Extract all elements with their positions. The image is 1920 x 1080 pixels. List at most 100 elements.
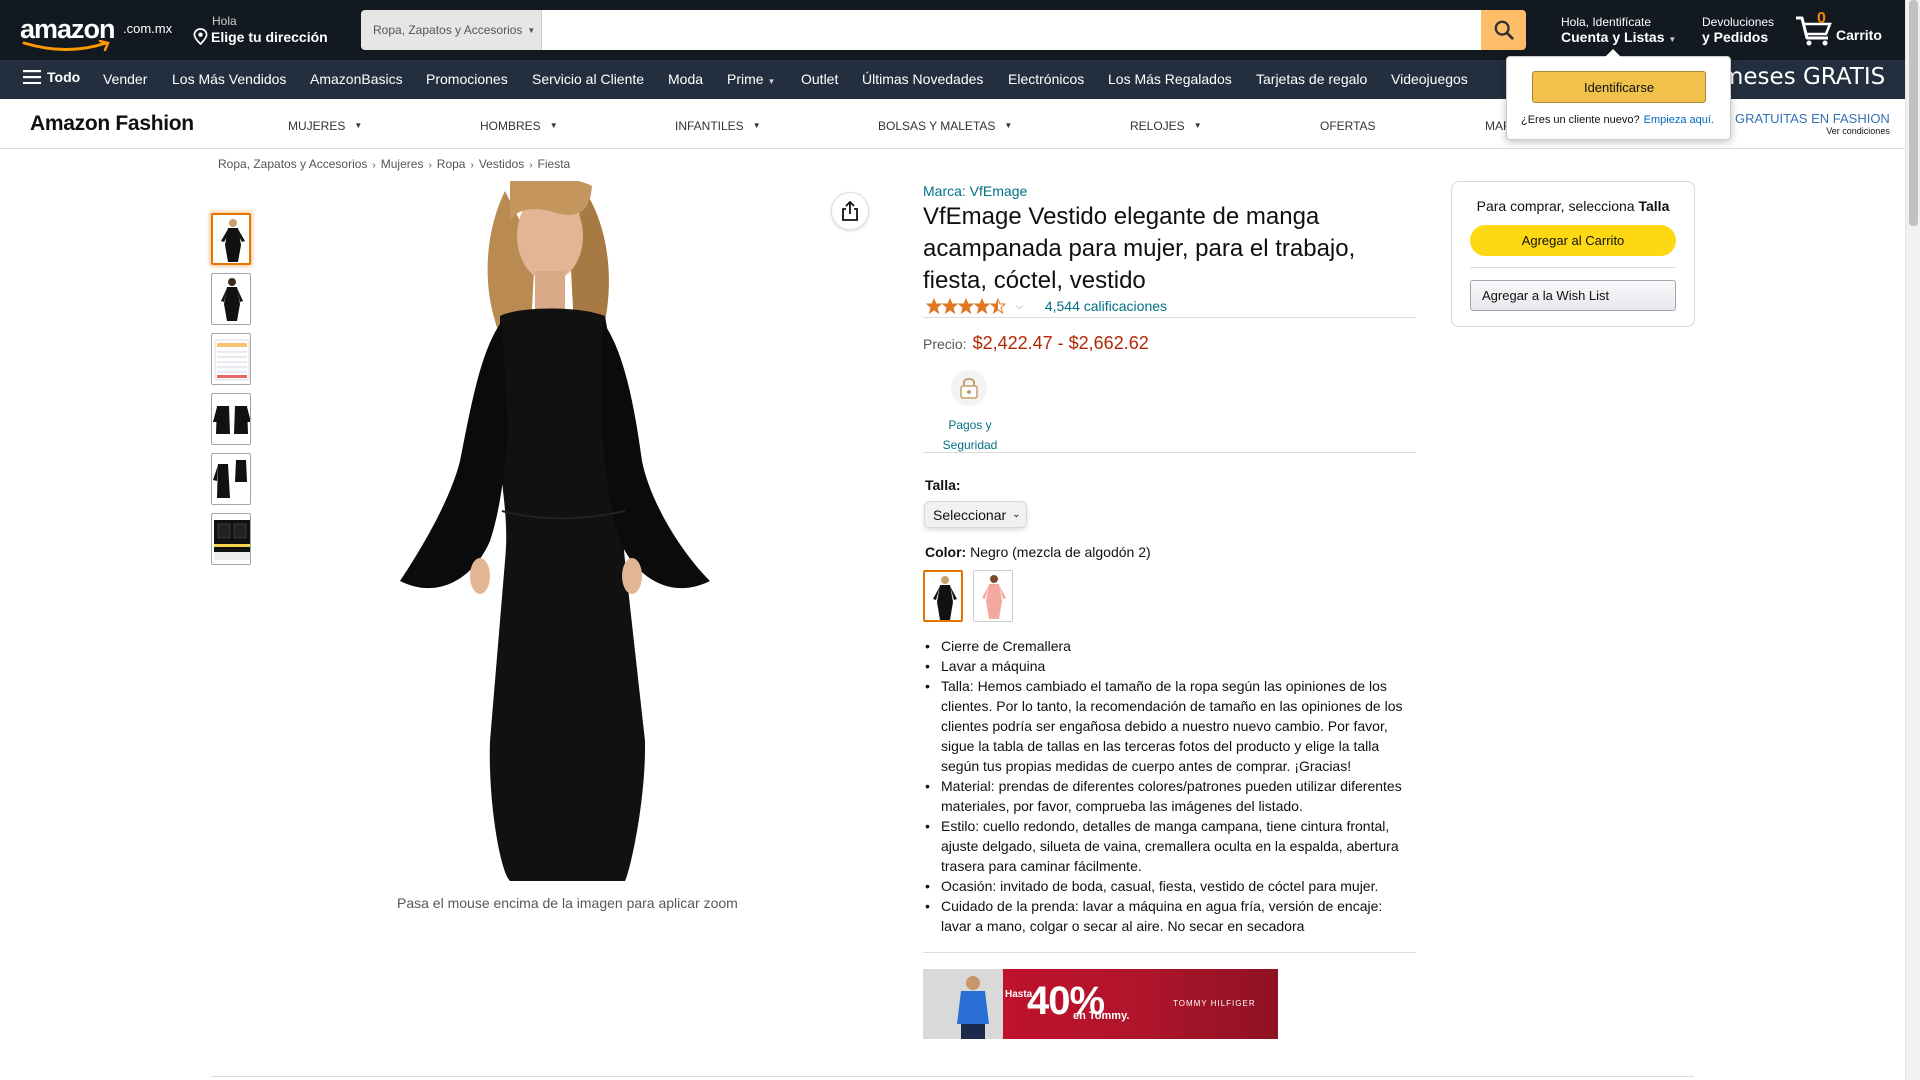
thumbnail-2[interactable] xyxy=(211,273,251,325)
fashion-logo[interactable]: Amazon Fashion xyxy=(30,112,194,136)
size-select[interactable]: Seleccionar ⌄ xyxy=(924,501,1027,528)
add-to-cart-button[interactable]: Agregar al Carrito xyxy=(1470,225,1676,256)
feature-bullet: Cierre de Cremallera xyxy=(923,636,1413,656)
nav-item-promociones[interactable]: Promociones xyxy=(426,71,508,87)
feature-bullets: Cierre de Cremallera Lavar a máquina Tal… xyxy=(923,636,1413,936)
search-bar: Ropa, Zapatos y Accesorios ▼ xyxy=(361,10,1526,50)
breadcrumb-item[interactable]: Fiesta xyxy=(538,157,571,171)
fashion-cat-mujeres[interactable]: MUJERES ▼ xyxy=(288,119,362,133)
fashion-cat-label: BOLSAS Y MALETAS xyxy=(878,119,996,133)
search-input[interactable] xyxy=(542,10,1481,50)
thumbnail-3[interactable] xyxy=(211,333,251,385)
nav-item-mas-vendidos[interactable]: Los Más Vendidos xyxy=(172,71,286,87)
nav-promo[interactable]: meses GRATIS xyxy=(1721,64,1885,90)
nav-item-moda[interactable]: Moda xyxy=(668,71,703,87)
breadcrumb-item[interactable]: Vestidos xyxy=(479,157,524,171)
scrollbar[interactable] xyxy=(1905,0,1920,1080)
lock-icon xyxy=(960,378,978,399)
fashion-promo-line1: GRATUITAS EN FASHION xyxy=(1735,111,1890,126)
share-button[interactable] xyxy=(831,192,869,230)
start-here-link[interactable]: Empieza aquí. xyxy=(1644,114,1714,126)
chevron-right-icon: › xyxy=(372,160,376,171)
search-button[interactable] xyxy=(1481,10,1526,50)
divider xyxy=(923,952,1416,953)
signin-button[interactable]: Identificarse xyxy=(1532,71,1706,103)
nav-item-electronicos[interactable]: Electrónicos xyxy=(1008,71,1084,87)
main-product-image[interactable] xyxy=(380,177,755,881)
thumbnail-4[interactable] xyxy=(211,393,251,445)
nav-item-vender[interactable]: Vender xyxy=(103,71,147,87)
payment-security-link[interactable]: Pagos y Seguridad xyxy=(925,415,1015,455)
nav-item-prime[interactable]: Prime ▼ xyxy=(727,71,775,87)
star-rating-icon[interactable] xyxy=(926,298,1008,314)
fashion-promo[interactable]: GRATUITAS EN FASHION Ver condiciones xyxy=(1735,111,1890,136)
fashion-cat-hombres[interactable]: HOMBRES ▼ xyxy=(480,119,558,133)
dress-thumbnail-image xyxy=(213,460,247,498)
chevron-down-icon[interactable]: ⌵ xyxy=(1016,301,1023,312)
rating-row: ⌵ 4,544 calificaciones xyxy=(926,298,1167,314)
price-value: $2,422.47 - $2,662.62 xyxy=(972,333,1149,353)
fashion-cat-ofertas[interactable]: OFERTAS xyxy=(1320,119,1376,133)
divider xyxy=(923,317,1416,318)
address-greeting: Hola xyxy=(212,14,237,28)
color-value: Negro (mezcla de algodón 2) xyxy=(970,544,1151,560)
size-select-value: Seleccionar xyxy=(933,506,1007,523)
size-label: Talla: xyxy=(925,477,961,493)
nav-item-amazonbasics[interactable]: AmazonBasics xyxy=(310,71,403,87)
banner-suffix: en Tommy. xyxy=(1073,1010,1130,1022)
payment-security-icon[interactable] xyxy=(951,370,987,406)
detail-thumbnail-image xyxy=(214,520,250,560)
orders-link[interactable]: Devoluciones y Pedidos xyxy=(1702,15,1774,45)
fashion-cat-bolsas[interactable]: BOLSAS Y MALETAS ▼ xyxy=(878,119,1012,133)
feature-bullet: Lavar a máquina xyxy=(923,656,1413,676)
dress-thumbnail-image xyxy=(213,406,250,434)
search-category-label: Ropa, Zapatos y Accesorios xyxy=(373,23,523,37)
thumbnail-1[interactable] xyxy=(211,213,251,265)
fashion-cat-infantiles[interactable]: INFANTILES ▼ xyxy=(675,119,761,133)
caret-down-icon: ▼ xyxy=(767,77,776,86)
amazon-logo[interactable]: amazon .com.mx xyxy=(20,14,175,52)
scrollbar-thumb[interactable] xyxy=(1909,0,1918,226)
caret-down-icon: ▼ xyxy=(1193,121,1202,130)
price-label: Precio: xyxy=(923,336,967,352)
breadcrumb-item[interactable]: Ropa, Zapatos y Accesorios xyxy=(218,157,367,171)
account-menu[interactable]: Hola, Identifícate Cuenta y Listas ▼ xyxy=(1561,15,1676,45)
ratings-count-link[interactable]: 4,544 calificaciones xyxy=(1045,298,1167,314)
thumbnail-6[interactable] xyxy=(211,513,251,565)
color-swatch-black[interactable] xyxy=(923,570,963,622)
nav-item-outlet[interactable]: Outlet xyxy=(801,71,838,87)
breadcrumb-item[interactable]: Mujeres xyxy=(381,157,424,171)
thumbnail-5[interactable] xyxy=(211,453,251,505)
color-swatch-pink[interactable] xyxy=(973,570,1013,622)
add-to-wishlist-button[interactable]: Agregar a la Wish List xyxy=(1470,280,1676,311)
nav-item-novedades[interactable]: Últimas Novedades xyxy=(862,71,983,87)
buy-box: Para comprar, selecciona Talla Agregar a… xyxy=(1451,181,1695,327)
cart-button[interactable]: 0 Carrito xyxy=(1794,10,1884,48)
all-menu-button[interactable]: Todo xyxy=(23,69,80,85)
delivery-address[interactable]: Hola Elige tu dirección xyxy=(193,14,328,45)
orders-line2: y Pedidos xyxy=(1702,29,1769,45)
smile-icon xyxy=(22,40,110,52)
new-customer-text: ¿Eres un cliente nuevo? Empieza aquí. xyxy=(1521,114,1714,126)
nav-item-servicio-cliente[interactable]: Servicio al Cliente xyxy=(532,71,644,87)
price-row: Precio: $2,422.47 - $2,662.62 xyxy=(923,333,1149,354)
nav-item-tarjetas-regalo[interactable]: Tarjetas de regalo xyxy=(1256,71,1367,87)
account-label: Cuenta y Listas xyxy=(1561,29,1665,45)
brand-link[interactable]: Marca: VfEmage xyxy=(923,183,1027,199)
tommy-promo-banner[interactable]: Hasta 40% en Tommy. TOMMY HILFIGER xyxy=(923,969,1278,1039)
cart-label: Carrito xyxy=(1836,27,1882,43)
black-dress-swatch-image xyxy=(933,576,957,620)
fashion-cat-label: INFANTILES xyxy=(675,119,744,133)
logo-tld: .com.mx xyxy=(123,21,173,36)
dress-thumbnail-image xyxy=(221,278,243,321)
address-label: Elige tu dirección xyxy=(211,28,328,45)
nav-item-mas-regalados[interactable]: Los Más Regalados xyxy=(1108,71,1232,87)
nav-item-videojuegos[interactable]: Videojuegos xyxy=(1391,71,1468,87)
chevron-right-icon: › xyxy=(529,160,533,171)
share-icon xyxy=(842,201,858,221)
breadcrumb-item[interactable]: Ropa xyxy=(437,157,466,171)
size-chart-thumbnail-image xyxy=(214,339,250,381)
search-category-dropdown[interactable]: Ropa, Zapatos y Accesorios ▼ xyxy=(361,10,542,50)
fashion-cat-relojes[interactable]: RELOJES ▼ xyxy=(1130,119,1202,133)
caret-down-icon: ▼ xyxy=(354,121,363,130)
